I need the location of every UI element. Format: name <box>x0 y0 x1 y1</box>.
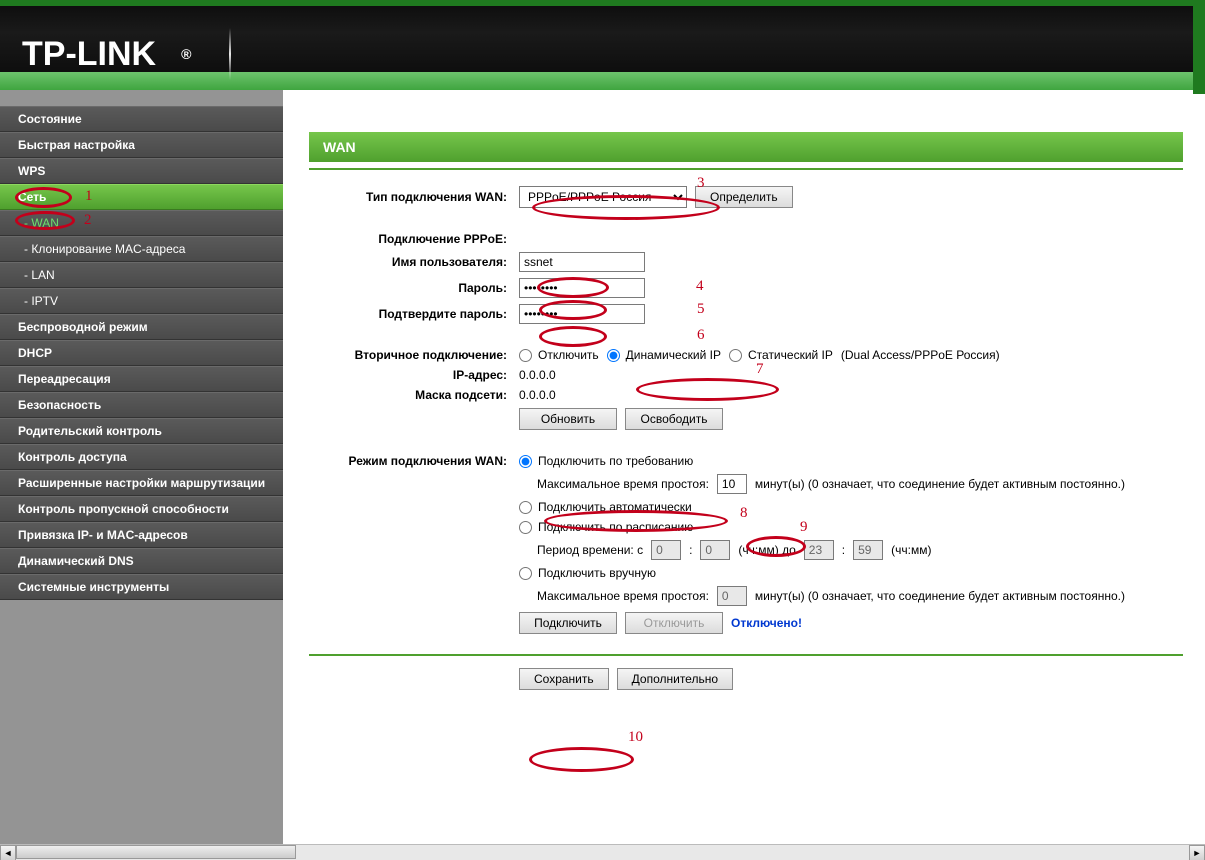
username-label: Имя пользователя: <box>309 255 519 269</box>
mode-label: Режим подключения WAN: <box>309 454 519 468</box>
content: WAN Тип подключения WAN: PPPoE/PPPoE Рос… <box>283 88 1205 848</box>
detect-button[interactable]: Определить <box>695 186 793 208</box>
sidebar-item-wps[interactable]: WPS <box>0 158 283 184</box>
page-title: WAN <box>309 132 1183 162</box>
period-prefix: Период времени: с <box>537 543 643 557</box>
confirm-label: Подтвердите пароль: <box>309 307 519 321</box>
password-label: Пароль: <box>309 281 519 295</box>
sidebar-item-system-tools[interactable]: Системные инструменты <box>0 574 283 600</box>
idle-label: Максимальное время простоя: <box>537 477 709 491</box>
sidebar-item-bandwidth[interactable]: Контроль пропускной способности <box>0 496 283 522</box>
sec-note: (Dual Access/PPPoE Россия) <box>841 348 1000 362</box>
wan-type-select[interactable]: PPPoE/PPPoE Россия <box>519 186 687 208</box>
username-input[interactable] <box>519 252 645 272</box>
scroll-thumb[interactable] <box>16 845 296 859</box>
sidebar-item-security[interactable]: Безопасность <box>0 392 283 418</box>
sidebar-item-parental[interactable]: Родительский контроль <box>0 418 283 444</box>
sec-static-radio[interactable] <box>729 349 742 362</box>
divider <box>309 654 1183 656</box>
advanced-button[interactable]: Дополнительно <box>617 668 733 690</box>
mode-manual-radio[interactable] <box>519 567 532 580</box>
period-to-min <box>853 540 883 560</box>
secondary-label: Вторичное подключение: <box>309 348 519 362</box>
brand-logo: TP-LINK® <box>22 28 231 80</box>
sec-dynamic-radio[interactable] <box>607 349 620 362</box>
period-to-hour <box>804 540 834 560</box>
mode-manual-label: Подключить вручную <box>538 566 656 580</box>
logo-divider <box>229 28 231 80</box>
connect-button[interactable]: Подключить <box>519 612 617 634</box>
mask-label: Маска подсети: <box>309 388 519 402</box>
sidebar-item-routing[interactable]: Расширенные настройки маршрутизации <box>0 470 283 496</box>
period-sep: (чч:мм) до <box>738 543 795 557</box>
period-tail: (чч:мм) <box>891 543 931 557</box>
mode-schedule-radio[interactable] <box>519 521 532 534</box>
mode-schedule-label: Подключить по расписанию <box>538 520 693 534</box>
hscrollbar[interactable]: ◄ ► <box>0 844 1205 860</box>
divider <box>309 168 1183 170</box>
sidebar-item-network[interactable]: Сеть <box>0 184 283 210</box>
sidebar-item-access-control[interactable]: Контроль доступа <box>0 444 283 470</box>
idle-input[interactable] <box>717 474 747 494</box>
scroll-left-arrow[interactable]: ◄ <box>0 845 16 860</box>
sec-dynamic-label: Динамический IP <box>626 348 721 362</box>
sidebar-item-quick-setup[interactable]: Быстрая настройка <box>0 132 283 158</box>
connection-status: Отключено! <box>731 616 802 630</box>
mode-demand-label: Подключить по требованию <box>538 454 693 468</box>
disconnect-button: Отключить <box>625 612 723 634</box>
header: TP-LINK® <box>0 0 1205 88</box>
sidebar-item-status[interactable]: Состояние <box>0 106 283 132</box>
mask-value: 0.0.0.0 <box>519 388 556 402</box>
ip-value: 0.0.0.0 <box>519 368 556 382</box>
confirm-input[interactable] <box>519 304 645 324</box>
sec-disable-radio[interactable] <box>519 349 532 362</box>
password-input[interactable] <box>519 278 645 298</box>
sidebar-item-forwarding[interactable]: Переадресация <box>0 366 283 392</box>
mode-auto-label: Подключить автоматически <box>538 500 692 514</box>
release-button[interactable]: Освободить <box>625 408 723 430</box>
idle2-input <box>717 586 747 606</box>
idle2-label: Максимальное время простоя: <box>537 589 709 603</box>
ip-label: IP-адрес: <box>309 368 519 382</box>
idle-unit: минут(ы) (0 означает, что соединение буд… <box>755 477 1125 491</box>
mode-auto-radio[interactable] <box>519 501 532 514</box>
sidebar-item-iptv[interactable]: - IPTV <box>0 288 283 314</box>
sidebar-item-wireless[interactable]: Беспроводной режим <box>0 314 283 340</box>
period-from-min <box>700 540 730 560</box>
period-from-hour <box>651 540 681 560</box>
sidebar-item-wan[interactable]: - WAN <box>0 210 283 236</box>
sidebar-item-mac-clone[interactable]: - Клонирование MAC-адреса <box>0 236 283 262</box>
pppoe-header: Подключение PPPoE: <box>309 232 519 246</box>
wan-type-label: Тип подключения WAN: <box>309 190 519 204</box>
sec-disable-label: Отключить <box>538 348 599 362</box>
sidebar-item-ip-mac-binding[interactable]: Привязка IP- и MAC-адресов <box>0 522 283 548</box>
save-button[interactable]: Сохранить <box>519 668 609 690</box>
sidebar: Состояние Быстрая настройка WPS Сеть - W… <box>0 88 283 848</box>
sidebar-item-ddns[interactable]: Динамический DNS <box>0 548 283 574</box>
sec-static-label: Статический IP <box>748 348 833 362</box>
sidebar-item-lan[interactable]: - LAN <box>0 262 283 288</box>
scroll-right-arrow[interactable]: ► <box>1189 845 1205 860</box>
sidebar-item-dhcp[interactable]: DHCP <box>0 340 283 366</box>
update-button[interactable]: Обновить <box>519 408 617 430</box>
brand-text: TP-LINK <box>22 35 156 74</box>
idle2-unit: минут(ы) (0 означает, что соединение буд… <box>755 589 1125 603</box>
scroll-track[interactable] <box>16 845 1189 860</box>
mode-demand-radio[interactable] <box>519 455 532 468</box>
